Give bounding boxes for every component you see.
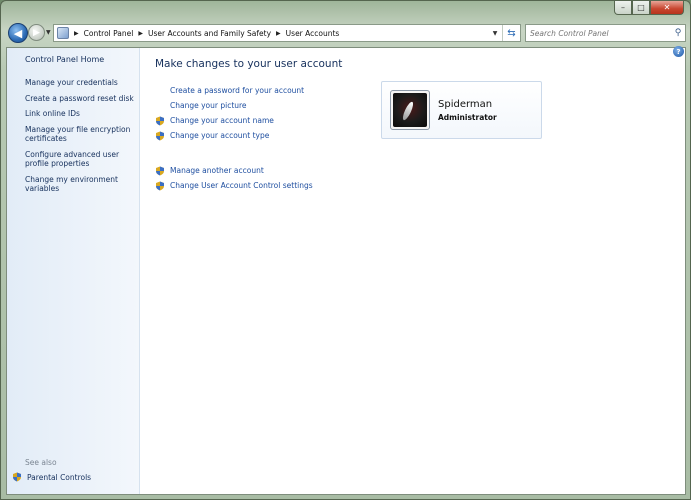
- chevron-down-icon[interactable]: ▼: [488, 30, 502, 37]
- page-title: Make changes to your user account: [155, 58, 343, 70]
- title-bar: – □ ✕: [1, 1, 690, 19]
- task-create-password[interactable]: Create a password for your account: [155, 83, 342, 98]
- task-label: Create a password for your account: [170, 86, 305, 95]
- sidebar-links: Manage your credentials Create a passwor…: [25, 78, 135, 200]
- caption-buttons: – □ ✕: [614, 1, 684, 15]
- arrow-left-icon: ◀: [13, 26, 23, 40]
- content-area: Control Panel Home Manage your credentia…: [6, 46, 686, 495]
- task-change-account-type[interactable]: Change your account type: [155, 128, 342, 143]
- sidebar-item-label: Parental Controls: [27, 472, 92, 482]
- task-label: Change your picture: [170, 101, 247, 110]
- sidebar-control-panel-home[interactable]: Control Panel Home: [25, 55, 104, 64]
- avatar: [390, 90, 430, 130]
- shield-icon: [156, 131, 164, 140]
- task-label: Change User Account Control settings: [170, 181, 313, 190]
- maximize-button[interactable]: □: [632, 1, 650, 15]
- sidebar-item-advanced-profile[interactable]: Configure advanced user profile properti…: [25, 150, 135, 169]
- task-label: Manage another account: [170, 166, 264, 175]
- search-icon[interactable]: ⚲: [671, 28, 685, 38]
- back-button[interactable]: ◀: [8, 23, 28, 43]
- breadcrumb-user-accounts-family-safety[interactable]: User Accounts and Family Safety: [148, 29, 271, 38]
- forward-button[interactable]: ▶: [28, 24, 45, 41]
- shield-icon: [156, 181, 164, 190]
- user-account-card: Spiderman Administrator: [381, 81, 542, 139]
- sidebar: Control Panel Home Manage your credentia…: [7, 48, 140, 494]
- task-label: Change your account name: [170, 116, 274, 125]
- user-picture-icon: [393, 93, 427, 127]
- task-label: Change your account type: [170, 131, 270, 140]
- chevron-right-icon[interactable]: ▶: [276, 30, 281, 37]
- sidebar-item-manage-credentials[interactable]: Manage your credentials: [25, 78, 135, 88]
- sidebar-item-parental-controls[interactable]: Parental Controls: [12, 472, 91, 482]
- close-button[interactable]: ✕: [650, 1, 684, 15]
- refresh-icon: ⇆: [507, 27, 516, 39]
- help-icon[interactable]: ?: [673, 46, 684, 57]
- shield-icon: [156, 116, 164, 125]
- task-list: Create a password for your account Chang…: [155, 83, 342, 193]
- refresh-button[interactable]: ⇆: [502, 25, 520, 41]
- sidebar-item-environment-variables[interactable]: Change my environment variables: [25, 175, 135, 194]
- shield-icon: [13, 472, 21, 482]
- chevron-right-icon[interactable]: ▶: [74, 30, 79, 37]
- task-change-picture[interactable]: Change your picture: [155, 98, 342, 113]
- sidebar-item-password-reset-disk[interactable]: Create a password reset disk: [25, 94, 135, 104]
- control-panel-icon: [57, 27, 69, 39]
- navigation-bar: ◀ ▶ ▼ ▶ Control Panel ▶ User Accounts an…: [1, 20, 690, 46]
- sidebar-item-encryption-certificates[interactable]: Manage your file encryption certificates: [25, 125, 135, 144]
- recent-pages-dropdown[interactable]: ▼: [46, 29, 51, 36]
- breadcrumb-user-accounts[interactable]: User Accounts: [286, 29, 340, 38]
- arrow-right-icon: ▶: [33, 27, 40, 38]
- address-controls: ▼ ⇆: [488, 25, 520, 41]
- sidebar-item-link-online-ids[interactable]: Link online IDs: [25, 109, 135, 119]
- main-panel: Make changes to your user account Create…: [155, 58, 342, 193]
- task-uac-settings[interactable]: Change User Account Control settings: [155, 178, 342, 193]
- task-change-account-name[interactable]: Change your account name: [155, 113, 342, 128]
- search-box: ⚲: [525, 24, 686, 42]
- see-also-heading: See also: [25, 458, 57, 467]
- shield-icon: [156, 166, 164, 175]
- search-input[interactable]: [526, 28, 671, 38]
- chevron-right-icon[interactable]: ▶: [138, 30, 143, 37]
- address-bar[interactable]: ▶ Control Panel ▶ User Accounts and Fami…: [53, 24, 521, 42]
- minimize-button[interactable]: –: [614, 1, 632, 15]
- task-manage-another-account[interactable]: Manage another account: [155, 163, 342, 178]
- user-role: Administrator: [438, 113, 497, 122]
- breadcrumb-control-panel[interactable]: Control Panel: [84, 29, 134, 38]
- window: – □ ✕ ◀ ▶ ▼ ▶ Control Panel ▶ User Accou…: [0, 0, 691, 500]
- user-name: Spiderman: [438, 99, 493, 110]
